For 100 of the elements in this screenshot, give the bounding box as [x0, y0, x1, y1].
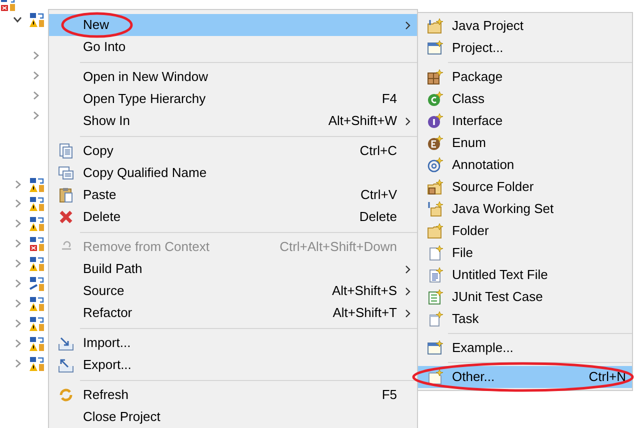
menu-item[interactable]: File: [418, 242, 632, 264]
menu-item-label: Close Project: [83, 408, 160, 426]
menu-item[interactable]: Project...: [418, 37, 632, 59]
menu-item-label: Folder: [452, 222, 489, 240]
menu-item[interactable]: Enum: [418, 132, 632, 154]
menu-item-label: Build Path: [83, 260, 142, 278]
menu-item[interactable]: Paste Ctrl+V: [49, 184, 417, 206]
menu-item[interactable]: Example...: [418, 337, 632, 359]
expand-chevron-icon[interactable]: [13, 279, 22, 288]
menu-item[interactable]: Open in New Window: [49, 66, 417, 88]
menu-item[interactable]: Task: [418, 308, 632, 330]
menu-item-label: Open Type Hierarchy: [83, 90, 206, 108]
folder-icon: [427, 201, 443, 217]
package-icon: [427, 69, 443, 85]
shortcut-text: F5: [382, 386, 397, 404]
menu-item-label: JUnit Test Case: [452, 288, 543, 306]
menu-item[interactable]: Class: [418, 88, 632, 110]
shortcut-text: Delete: [359, 208, 397, 226]
menu-item-label: Copy: [83, 142, 114, 160]
file-icon: [427, 369, 443, 385]
menu-item[interactable]: Folder: [418, 220, 632, 242]
delete-icon: [58, 209, 74, 225]
expand-chevron-icon[interactable]: [13, 219, 22, 228]
menu-item[interactable]: Open Type Hierarchy F4: [49, 88, 417, 110]
menu-item-label: Package: [452, 68, 503, 86]
shortcut-text: Ctrl+N: [588, 368, 626, 386]
menu-item[interactable]: New: [49, 14, 417, 36]
menu-item-label: Source Folder: [452, 178, 534, 196]
menu-item[interactable]: Refresh F5: [49, 384, 417, 406]
expand-chevron-icon[interactable]: [31, 111, 40, 120]
expand-chevron-icon[interactable]: [13, 299, 22, 308]
menu-item[interactable]: Export...: [49, 354, 417, 376]
menu-item[interactable]: Refactor Alt+Shift+T: [49, 302, 417, 324]
menu-item-label: Paste: [83, 186, 116, 204]
menu-item[interactable]: Untitled Text File: [418, 264, 632, 286]
menu-item[interactable]: Copy Qualified Name: [49, 162, 417, 184]
menu-item[interactable]: Close Project: [49, 406, 417, 428]
window-icon: [427, 340, 443, 356]
expand-chevron-icon[interactable]: [31, 51, 40, 60]
text-file-icon: [427, 267, 443, 283]
menu-item-label: New: [83, 16, 110, 34]
copy-icon: [58, 143, 74, 159]
menu-item[interactable]: Annotation: [418, 154, 632, 176]
menu-item[interactable]: Source Folder: [418, 176, 632, 198]
folder-icon: [427, 223, 443, 239]
menu-item-label: Class: [452, 90, 485, 108]
menu-item[interactable]: JUnit Test Case: [418, 286, 632, 308]
menu-item-label: Import...: [83, 334, 131, 352]
expand-chevron-icon[interactable]: [13, 259, 22, 268]
menu-item-label: Copy Qualified Name: [83, 164, 207, 182]
source-folder-icon: [427, 179, 443, 195]
expand-chevron-icon[interactable]: [13, 319, 22, 328]
menu-item-label: Annotation: [452, 156, 514, 174]
menu-item-label: Project...: [452, 39, 504, 58]
interface-icon: [427, 113, 443, 129]
menu-item[interactable]: Interface: [418, 110, 632, 132]
expand-chevron-icon[interactable]: [31, 71, 40, 80]
folder-icon: [427, 18, 443, 34]
menu-item[interactable]: Delete Delete: [49, 206, 417, 228]
expand-chevron-icon[interactable]: [13, 359, 22, 368]
menu-item-label: Go Into: [83, 38, 126, 56]
expand-chevron-icon[interactable]: [13, 199, 22, 208]
shortcut-text: Ctrl+C: [360, 142, 397, 160]
menu-item-label: Export...: [83, 356, 132, 374]
menu-item[interactable]: Import...: [49, 332, 417, 354]
menu-item[interactable]: Build Path: [49, 258, 417, 280]
menu-item-label: Interface: [452, 112, 503, 130]
task-icon: [427, 311, 443, 327]
menu-item-label: Task: [452, 310, 479, 328]
shortcut-text: Alt+Shift+S: [332, 282, 397, 300]
window-icon: [427, 40, 443, 56]
menu-item-label: Java Working Set: [452, 200, 554, 218]
menu-item[interactable]: Copy Ctrl+C: [49, 140, 417, 162]
menu-item[interactable]: Java Project: [418, 15, 632, 37]
menu-item-label: Show In: [83, 112, 130, 130]
menu-item-label: Other...: [452, 368, 495, 386]
shortcut-text: Alt+Shift+W: [328, 112, 397, 130]
menu-item[interactable]: Show In Alt+Shift+W: [49, 110, 417, 132]
paste-icon: [58, 187, 74, 203]
menu-item[interactable]: Go Into: [49, 36, 417, 58]
expand-chevron-icon[interactable]: [13, 180, 22, 189]
menu-item-label: Remove from Context: [83, 238, 210, 256]
shortcut-text: F4: [382, 90, 397, 108]
shortcut-text: Ctrl+Alt+Shift+Down: [280, 238, 397, 256]
export-icon: [58, 357, 74, 373]
expand-chevron-icon[interactable]: [13, 339, 22, 348]
file-icon: [427, 245, 443, 261]
menu-item-label: Refactor: [83, 304, 132, 322]
menu-item-label: Example...: [452, 339, 514, 358]
expand-chevron-icon[interactable]: [31, 91, 40, 100]
collapse-chevron-icon[interactable]: [13, 15, 22, 24]
menu-item-label: Source: [83, 282, 124, 300]
menu-item[interactable]: Java Working Set: [418, 198, 632, 220]
menu-item[interactable]: Package: [418, 66, 632, 88]
class-icon: [427, 91, 443, 107]
menu-item-label: Delete: [83, 208, 121, 226]
menu-item-label: Enum: [452, 134, 486, 152]
expand-chevron-icon[interactable]: [13, 239, 22, 248]
menu-item[interactable]: Source Alt+Shift+S: [49, 280, 417, 302]
enum-icon: [427, 135, 443, 151]
